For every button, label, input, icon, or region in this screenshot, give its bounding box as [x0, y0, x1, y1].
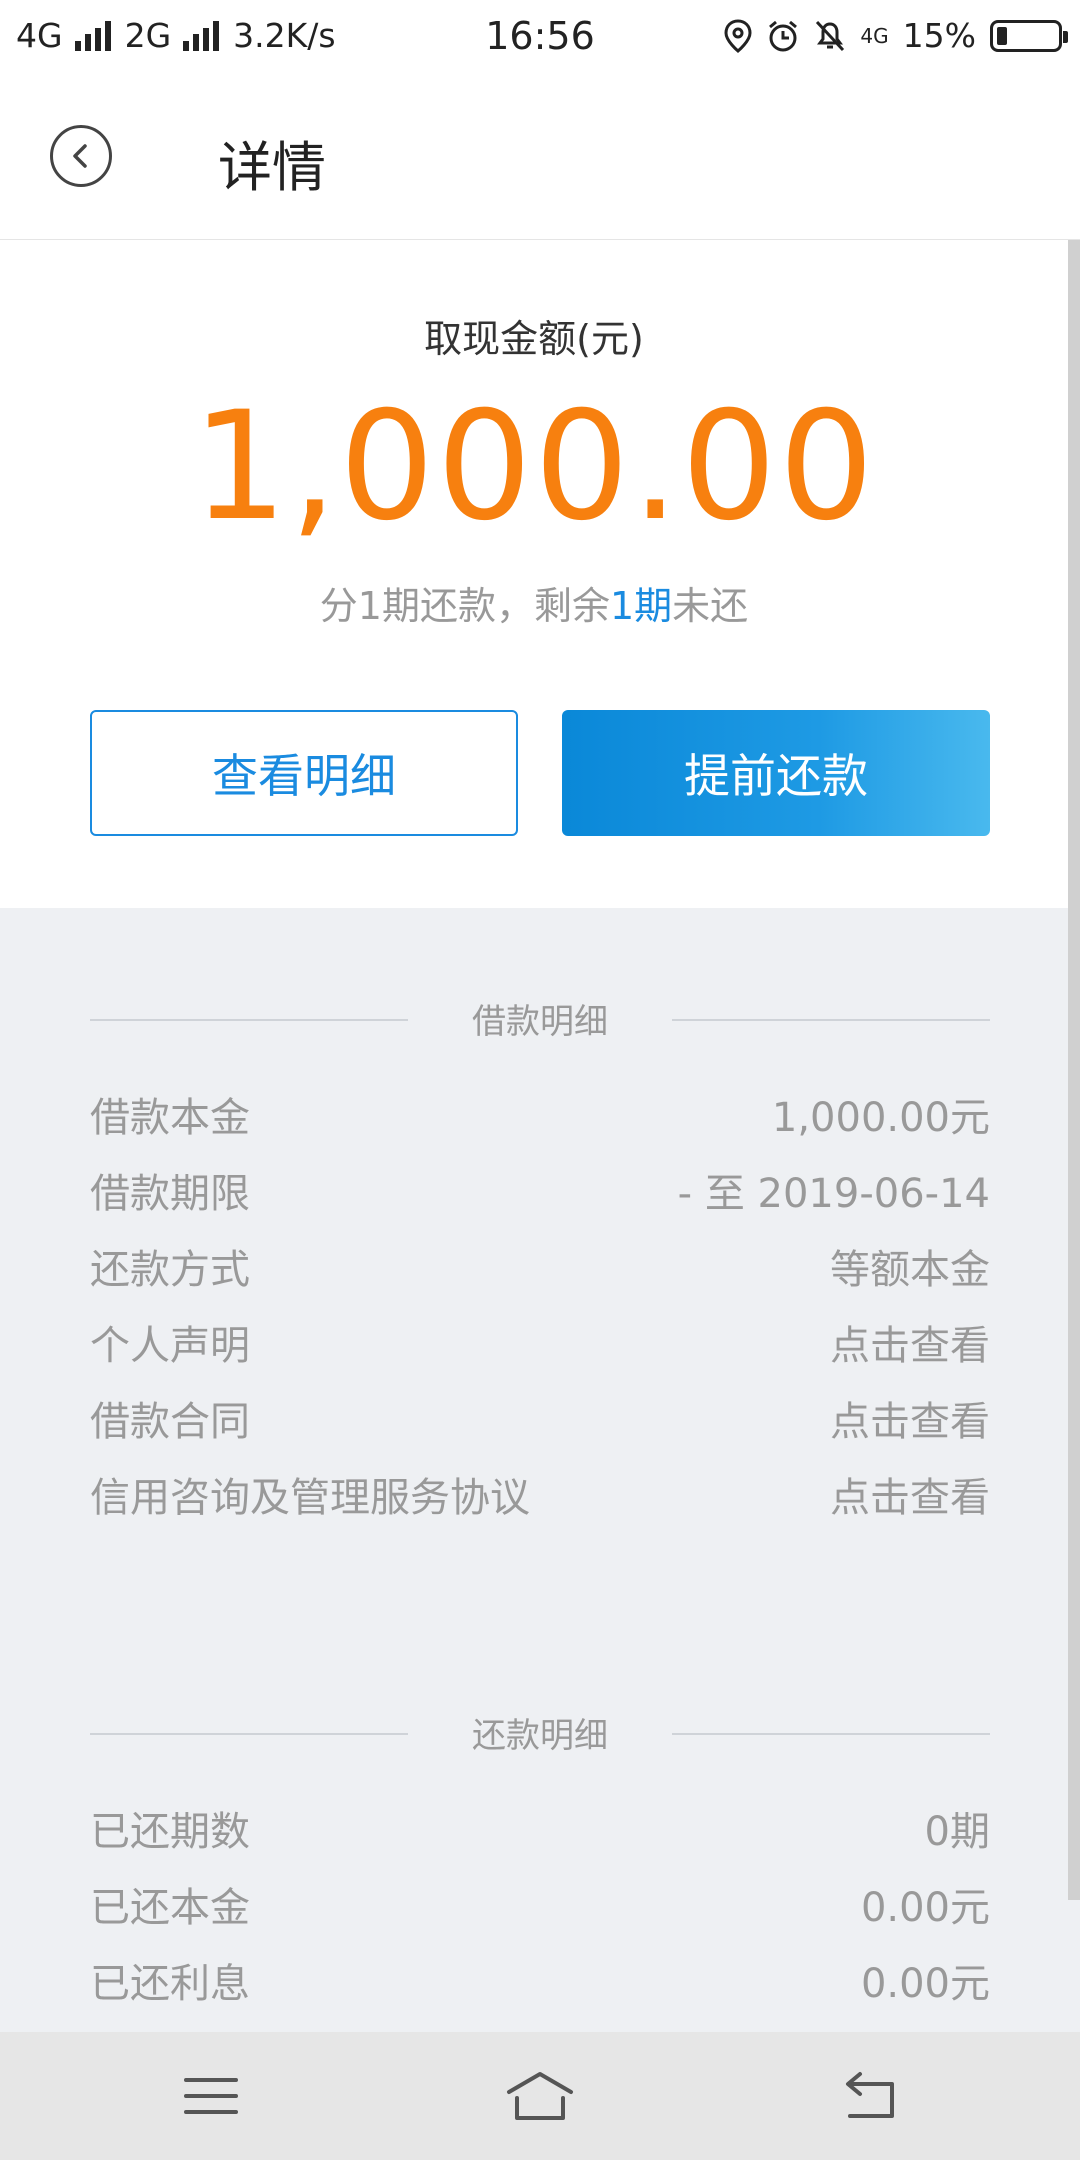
row-label: 借款本金 [90, 1095, 250, 1141]
row-label: 借款期限 [90, 1171, 250, 1217]
back-icon [846, 2072, 894, 2118]
repay-row-principal: 已还本金 0.00元 [90, 1866, 990, 1942]
app-header: 详情 [0, 75, 1080, 240]
view-statement-link[interactable]: 点击查看 [830, 1313, 990, 1371]
installment-prefix: 分1期还款，剩余 [319, 584, 610, 628]
view-agreement-link[interactable]: 点击查看 [830, 1465, 990, 1523]
detail-row-statement[interactable]: 个人声明 点击查看 [90, 1304, 990, 1380]
amount-value: 1,000.00 [192, 380, 876, 554]
detail-row-method: 还款方式 等额本金 [90, 1228, 990, 1304]
row-value: 0期 [924, 1809, 990, 1855]
row-label: 借款合同 [90, 1399, 250, 1445]
home-icon [507, 2072, 573, 2120]
battery-icon [990, 19, 1068, 52]
row-label: 已还利息 [90, 1961, 250, 2007]
battery-percent: 15% [902, 16, 976, 55]
system-nav-bar [0, 2032, 1080, 2160]
detail-row-principal: 借款本金 1,000.00元 [90, 1076, 990, 1152]
installment-remaining: 1期 [609, 584, 673, 628]
detail-row-contract[interactable]: 借款合同 点击查看 [90, 1380, 990, 1456]
installment-suffix: 未还 [672, 584, 749, 628]
row-value: 0.00元 [860, 1885, 990, 1931]
row-value: 1,000.00元 [771, 1095, 990, 1141]
row-value: 等额本金 [830, 1247, 990, 1293]
detail-row-term: 借款期限 - 至 2019-06-14 [90, 1152, 990, 1228]
row-value: 0.00元 [860, 1961, 990, 2007]
home-button[interactable] [495, 2066, 585, 2126]
back-nav-button[interactable] [824, 2066, 914, 2126]
status-right: 4G 15% [724, 16, 1068, 55]
mini-network-label: 4G [860, 23, 889, 48]
menu-icon [184, 2078, 238, 2114]
row-value: - 至 2019-06-14 [677, 1171, 990, 1217]
row-label: 个人声明 [90, 1323, 250, 1369]
mute-bell-icon [816, 20, 845, 51]
menu-button[interactable] [166, 2066, 256, 2126]
status-bar: 4G 2G 3.2K/s 16:56 4G 15% [0, 0, 1080, 75]
scrollbar[interactable] [1068, 240, 1080, 1900]
section-divider: 还款明细 [90, 1708, 990, 1758]
amount-label: 取现金额(元) [424, 317, 644, 361]
repay-detail-section: 还款明细 已还期数 0期 已还本金 0.00元 已还利息 0.00元 [90, 1708, 990, 2018]
page-title: 详情 [218, 136, 326, 199]
row-label: 已还本金 [90, 1885, 250, 1931]
early-repay-button[interactable]: 提前还款 [562, 710, 990, 836]
chevron-left-icon [73, 144, 87, 168]
row-label: 已还期数 [90, 1809, 250, 1855]
row-label: 还款方式 [90, 1247, 250, 1293]
repay-row-interest: 已还利息 0.00元 [90, 1942, 990, 2018]
repay-row-periods: 已还期数 0期 [90, 1790, 990, 1866]
divider-line [672, 1733, 990, 1735]
installment-status: 分1期还款，剩余1期未还 [0, 575, 1068, 630]
back-button[interactable] [50, 125, 112, 187]
summary-card: 取现金额(元) 1,000.00 分1期还款，剩余1期未还 查看明细 提前还款 [0, 240, 1068, 908]
detail-row-service-agreement[interactable]: 信用咨询及管理服务协议 点击查看 [90, 1456, 990, 1532]
row-label: 信用咨询及管理服务协议 [90, 1475, 530, 1521]
alarm-icon [769, 20, 798, 51]
view-contract-link[interactable]: 点击查看 [830, 1389, 990, 1447]
location-icon [724, 18, 752, 53]
loan-detail-section: 借款明细 借款本金 1,000.00元 借款期限 - 至 2019-06-14 … [90, 994, 990, 1532]
divider-line [672, 1019, 990, 1021]
section-divider: 借款明细 [90, 994, 990, 1044]
view-detail-button[interactable]: 查看明细 [90, 710, 518, 836]
